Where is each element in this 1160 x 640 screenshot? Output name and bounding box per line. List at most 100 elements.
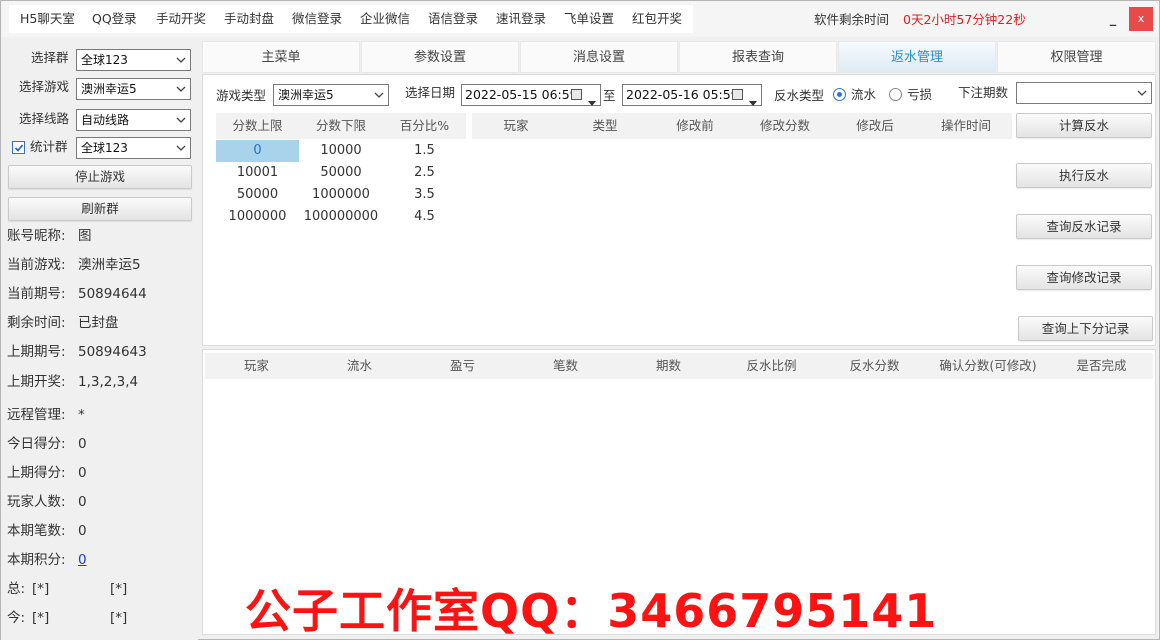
info-label: 本期积分: xyxy=(7,552,66,568)
select-line-combo[interactable]: 自动线路 xyxy=(76,109,191,131)
query-modify-records-button[interactable]: 查询修改记录 xyxy=(1016,265,1152,290)
column-header: 修改后 xyxy=(856,118,894,133)
column-header: 盈亏 xyxy=(449,358,475,373)
bet-period-label: 下注期数 xyxy=(958,85,1009,100)
today-label: 今: xyxy=(7,610,26,626)
tab-bar: 主菜单 参数设置 消息设置 报表查询 返水管理 权限管理 xyxy=(202,41,1156,73)
menu-suxun-login[interactable]: 速讯登录 xyxy=(496,8,546,30)
select-group-value: 全球123 xyxy=(81,53,128,67)
period-points-link[interactable]: 0 xyxy=(78,550,87,570)
column-header: 反水分数 xyxy=(849,358,900,373)
rate-cell[interactable]: 4.5 xyxy=(383,206,466,228)
rate-cell[interactable]: 1000000 xyxy=(216,206,299,228)
rebate-config-panel: 游戏类型 澳洲幸运5 选择日期 2022-05-15 06:59 至 2022-… xyxy=(202,74,1156,346)
date-to-picker[interactable]: 2022-05-16 05:59 xyxy=(622,84,762,106)
menu-h5-chatroom[interactable]: H5聊天室 xyxy=(20,8,75,30)
game-type-label: 游戏类型 xyxy=(216,88,267,103)
column-header: 修改前 xyxy=(676,118,714,133)
minimize-button[interactable]: _ xyxy=(1102,9,1124,31)
menu-redpacket-draw[interactable]: 红包开奖 xyxy=(632,8,682,30)
calculate-rebate-button[interactable]: 计算反水 xyxy=(1016,113,1152,138)
menu-qq-login[interactable]: QQ登录 xyxy=(92,8,137,30)
info-label: 玩家人数: xyxy=(7,494,66,510)
query-rebate-records-button[interactable]: 查询反水记录 xyxy=(1016,214,1152,239)
rate-cell[interactable]: 50000 xyxy=(216,184,299,206)
tab-main-menu[interactable]: 主菜单 xyxy=(202,41,360,73)
select-game-label: 选择游戏 xyxy=(19,79,70,94)
column-header: 笔数 xyxy=(552,358,578,373)
column-header: 操作时间 xyxy=(940,118,991,133)
menu-manual-close[interactable]: 手动封盘 xyxy=(224,8,274,30)
menu-order-settings[interactable]: 飞单设置 xyxy=(564,8,614,30)
dropdown-arrow-icon xyxy=(749,92,757,112)
column-header: 流水 xyxy=(346,358,372,373)
game-type-combo[interactable]: 澳洲幸运5 xyxy=(273,84,389,106)
rate-cell[interactable]: 50000 xyxy=(299,162,383,184)
info-label: 远程管理: xyxy=(7,407,66,423)
calendar-icon xyxy=(732,89,743,100)
menu-yuxin-login[interactable]: 语信登录 xyxy=(428,8,478,30)
rate-cell[interactable]: 2.5 xyxy=(383,162,466,184)
tab-message-settings[interactable]: 消息设置 xyxy=(520,41,678,73)
close-button[interactable]: x xyxy=(1129,7,1153,31)
chevron-down-icon xyxy=(374,85,384,105)
select-game-combo[interactable]: 澳洲幸运5 xyxy=(76,78,191,100)
info-value: 0 xyxy=(78,523,87,539)
query-credit-records-button[interactable]: 查询上下分记录 xyxy=(1018,316,1153,341)
info-row-remote-admin: 远程管理: * xyxy=(7,405,85,425)
menu-manual-draw[interactable]: 手动开奖 xyxy=(156,8,206,30)
column-header: 确认分数(可修改) xyxy=(939,358,1037,373)
tab-rebate-management[interactable]: 返水管理 xyxy=(838,41,996,73)
rate-cell[interactable]: 10000 xyxy=(299,140,383,162)
tab-permission-management[interactable]: 权限管理 xyxy=(997,41,1156,73)
bet-period-combo[interactable] xyxy=(1016,82,1152,104)
stop-game-button[interactable]: 停止游戏 xyxy=(8,165,192,189)
info-label: 本期笔数: xyxy=(7,523,66,539)
checkmark-icon xyxy=(14,144,24,152)
select-group-label: 选择群 xyxy=(31,50,69,65)
total-label: 总: xyxy=(7,581,26,597)
date-to-value: 2022-05-16 05:59 xyxy=(626,87,739,102)
menu-bar: H5聊天室 QQ登录 手动开奖 手动封盘 微信登录 企业微信 语信登录 速讯登录… xyxy=(1,1,1159,37)
rate-cell[interactable]: 100000000 xyxy=(299,206,383,228)
rate-cell[interactable]: 3.5 xyxy=(383,184,466,206)
rate-cell[interactable]: 10001 xyxy=(216,162,299,184)
column-header: 反水比例 xyxy=(746,358,797,373)
tab-parameter-settings[interactable]: 参数设置 xyxy=(361,41,519,73)
remaining-time-value: 0天2小时57分钟22秒 xyxy=(903,12,1026,27)
rebate-flow-label[interactable]: 流水 xyxy=(851,84,876,106)
column-header: 分数上限 xyxy=(232,118,283,133)
info-value: 1,3,2,3,4 xyxy=(78,374,139,390)
rebate-flow-radio[interactable] xyxy=(833,88,846,101)
info-value: 0 xyxy=(78,436,87,452)
tab-report-query[interactable]: 报表查询 xyxy=(679,41,837,73)
info-label: 上期期号: xyxy=(7,344,66,360)
info-value: 0 xyxy=(78,494,87,510)
rate-cell[interactable]: 1.5 xyxy=(383,140,466,162)
chevron-down-icon xyxy=(176,110,186,130)
column-header: 修改分数 xyxy=(759,118,810,133)
info-value: 50894643 xyxy=(78,344,147,360)
date-from-picker[interactable]: 2022-05-15 06:59 xyxy=(461,84,601,106)
stat-group-combo[interactable]: 全球123 xyxy=(76,137,191,159)
select-group-combo[interactable]: 全球123 xyxy=(76,49,191,71)
select-line-value: 自动线路 xyxy=(81,113,130,127)
chevron-down-icon xyxy=(176,138,186,158)
info-label: 账号昵称: xyxy=(7,228,66,244)
result-table-header: 玩家 流水 盈亏 笔数 期数 反水比例 反水分数 确认分数(可修改) 是否完成 xyxy=(205,353,1153,379)
refresh-group-button[interactable]: 刷新群 xyxy=(8,197,192,221)
menu-wechat-login[interactable]: 微信登录 xyxy=(292,8,342,30)
remaining-time-label: 软件剩余时间 xyxy=(814,12,890,27)
menu-enterprise-wechat[interactable]: 企业微信 xyxy=(360,8,410,30)
total-value-b: [*] xyxy=(110,581,128,597)
rate-cell[interactable]: 1000000 xyxy=(299,184,383,206)
info-row-today-score: 今日得分: 0 xyxy=(7,434,87,454)
stat-group-checkbox[interactable] xyxy=(12,141,25,154)
rebate-loss-label[interactable]: 亏损 xyxy=(907,84,932,106)
execute-rebate-button[interactable]: 执行反水 xyxy=(1016,163,1152,188)
info-label: 上期得分: xyxy=(7,465,66,481)
info-row-last-score: 上期得分: 0 xyxy=(7,463,87,483)
rebate-loss-radio[interactable] xyxy=(889,88,902,101)
calendar-icon xyxy=(571,89,582,100)
rate-cell[interactable]: 0 xyxy=(216,140,299,162)
